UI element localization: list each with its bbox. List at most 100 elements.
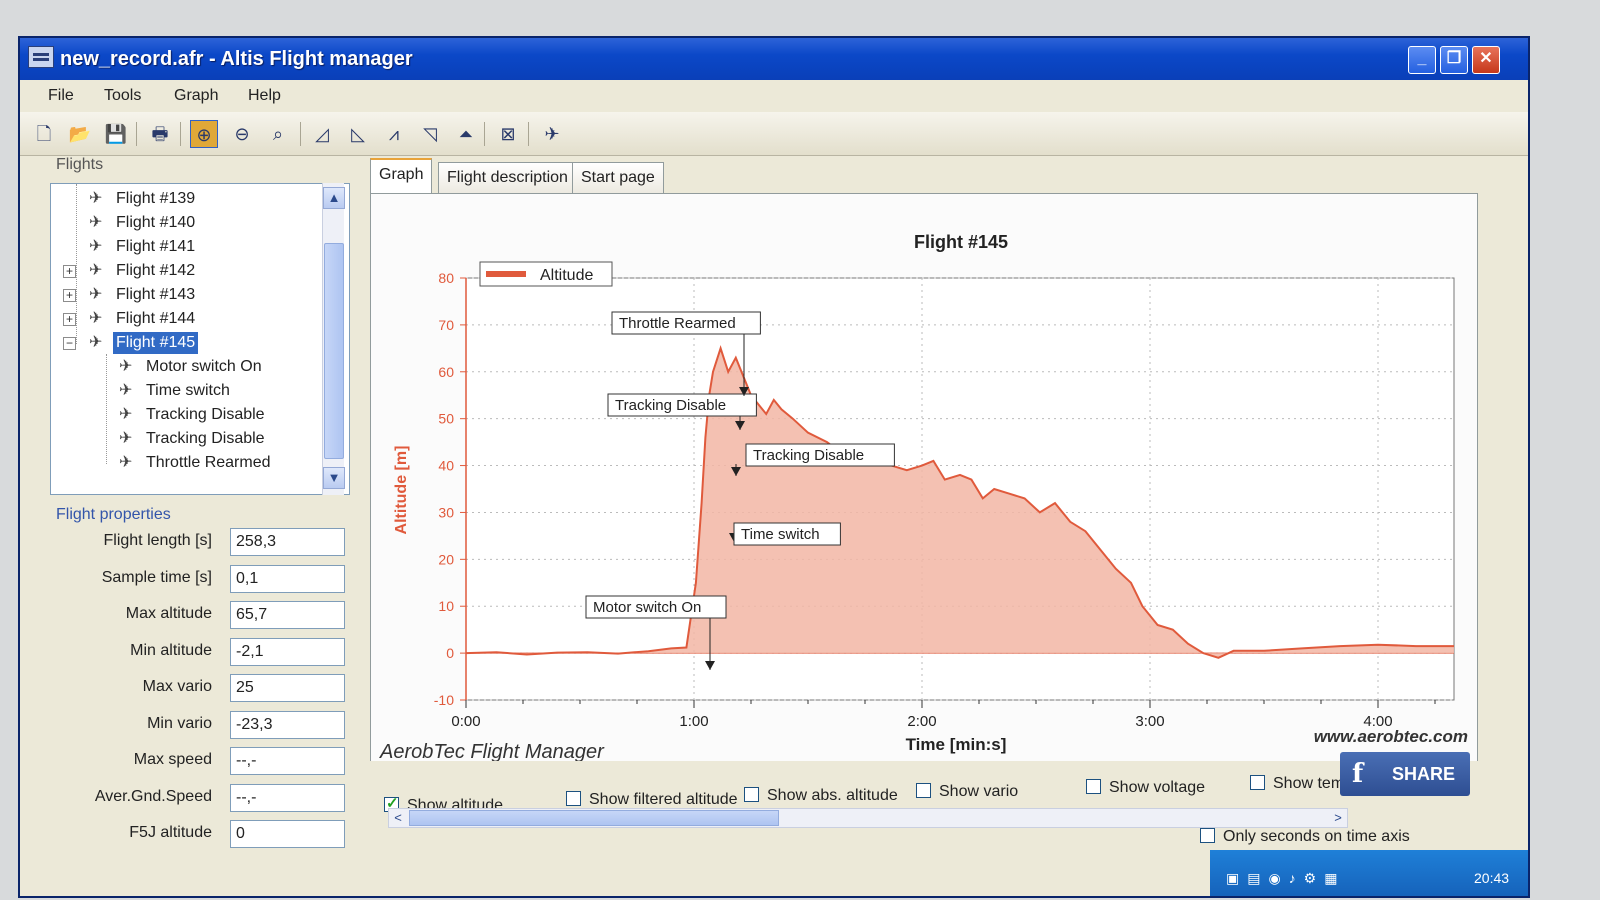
facebook-icon: f [1352, 759, 1364, 789]
menu-graph[interactable]: Graph [174, 87, 218, 105]
title-bar[interactable]: new_record.afr - Altis Flight manager _ … [20, 38, 1528, 80]
property-label: Sample time [s] [101, 568, 212, 586]
scroll-left-button[interactable]: < [389, 809, 407, 827]
only-seconds-label: Only seconds on time axis [1223, 828, 1410, 845]
tab-flight-description[interactable]: Flight description [438, 162, 577, 194]
tree-expander[interactable]: + [63, 313, 76, 326]
property-value-field[interactable]: -23,3 [230, 710, 345, 739]
zoom-out-icon[interactable]: ⊖ [228, 120, 256, 148]
device-icon[interactable]: ✈ [538, 120, 566, 148]
zoom-in-icon[interactable]: ⊕ [190, 120, 218, 148]
show-voltage-checkbox[interactable]: Show voltage [1086, 779, 1205, 797]
scroll-right-button[interactable]: > [1329, 809, 1347, 827]
close-button[interactable]: ✕ [1472, 46, 1500, 74]
toolbar: 🗋 📂 💾 🖶 ⊕ ⊖ ⌕ ◿ ◺ ⩘ ◹ ⏶ ⊠ ✈ [20, 112, 1528, 156]
tray-icons[interactable]: ▣▤◉♪⚙▦ [1226, 870, 1345, 887]
tree-item-label: Flight #139 [116, 190, 196, 207]
tree-guide-line [76, 184, 77, 344]
property-value-field[interactable]: 65,7 [230, 601, 345, 629]
print-icon[interactable]: 🖶 [146, 120, 174, 148]
flights-group-label: Flights [56, 156, 104, 173]
flight-icon: ✈ [89, 262, 103, 279]
property-label: Max vario [142, 678, 212, 695]
show-temperature-checkbox[interactable]: Show tem [1250, 775, 1344, 793]
tree-item-label: Flight #142 [116, 262, 196, 279]
options-scrollbar[interactable]: < > [388, 808, 1348, 828]
menu-file[interactable]: File [48, 87, 74, 105]
tree-item-flight[interactable]: ✈ Flight #145 [89, 332, 199, 356]
checkbox-box[interactable] [1086, 779, 1101, 794]
graph-view-1-icon[interactable]: ◿ [308, 120, 336, 148]
tree-scrollbar[interactable]: ▲ ▼ [322, 183, 345, 495]
tree-item-flight[interactable]: ✈ Flight #143 [89, 284, 198, 308]
scroll-down-button[interactable]: ▼ [323, 467, 345, 489]
tree-item-label: Flight #141 [116, 238, 196, 255]
tree-item-event[interactable]: ✈ Tracking Disable [119, 404, 268, 428]
property-value-field[interactable]: 0,1 [230, 564, 345, 593]
tree-item-label: Tracking Disable [146, 430, 265, 447]
y-tick-label: 50 [438, 411, 454, 427]
show-abs-altitude-checkbox[interactable]: Show abs. altitude [744, 787, 898, 805]
checkbox-box[interactable] [744, 787, 759, 802]
app-window: new_record.afr - Altis Flight manager _ … [18, 36, 1530, 898]
checkbox-box[interactable] [566, 791, 581, 806]
flight-properties-title: Flight properties [56, 506, 171, 523]
tree-expander[interactable]: + [63, 265, 76, 278]
y-axis-label: Altitude [m] [393, 446, 410, 535]
only-seconds-checkbox[interactable]: Only seconds on time axis [1200, 828, 1410, 846]
tree-item-event[interactable]: ✈ Motor switch On [119, 356, 265, 380]
tree-item-event[interactable]: ✈ Time switch [119, 380, 233, 404]
zoom-fit-icon[interactable]: ⌕ [264, 120, 292, 148]
open-folder-icon[interactable]: 📂 [66, 120, 94, 148]
y-tick-label: 30 [438, 504, 454, 520]
clear-icon[interactable]: ⊠ [494, 120, 522, 148]
watermark-left: AerobTec Flight Manager [379, 741, 605, 762]
tree-item-flight[interactable]: ✈ Flight #142 [89, 260, 198, 284]
show-filtered-altitude-checkbox[interactable]: Show filtered altitude [566, 791, 738, 809]
facebook-share-button[interactable]: f SHARE [1340, 752, 1470, 796]
tab-start-page[interactable]: Start page [572, 162, 664, 194]
property-value-field[interactable]: 25 [230, 674, 345, 702]
show-vario-checkbox[interactable]: Show vario [916, 783, 1018, 801]
checkbox-box[interactable] [1250, 775, 1265, 790]
tree-item-label: Flight #140 [116, 214, 196, 231]
menu-tools[interactable]: Tools [104, 87, 141, 105]
tree-item-flight[interactable]: ✈ Flight #144 [89, 308, 198, 332]
tree-item-flight[interactable]: ✈ Flight #140 [89, 212, 198, 236]
chart-title: Flight #145 [914, 232, 1008, 252]
graph-view-3-icon[interactable]: ⩘ [380, 120, 408, 148]
tab-graph[interactable]: Graph [370, 158, 433, 194]
x-tick-label: 2:00 [907, 713, 936, 730]
flights-tree[interactable]: ✈ Flight #139 ✈ Flight #140 ✈ Flight #141 + ✈ Fl… [50, 183, 350, 495]
restore-button[interactable]: ❐ [1440, 46, 1468, 74]
flight-icon: ✈ [89, 334, 103, 351]
flight-icon: ✈ [89, 190, 103, 207]
checkbox-box[interactable] [1200, 828, 1215, 843]
tree-expander[interactable]: + [63, 289, 76, 302]
scroll-up-button[interactable]: ▲ [323, 187, 345, 209]
property-value-field[interactable]: 0 [230, 820, 345, 848]
property-value-field[interactable]: --,- [230, 783, 345, 812]
property-value-field[interactable]: 258,3 [230, 528, 345, 556]
tree-item-flight[interactable]: ✈ Flight #141 [89, 236, 198, 260]
minimize-button[interactable]: _ [1408, 46, 1436, 74]
tree-item-event[interactable]: ✈ Throttle Rearmed [119, 452, 274, 476]
event-icon: ✈ [119, 406, 133, 423]
h-scroll-thumb[interactable] [409, 810, 779, 826]
watermark-right: www.aerobtec.com [1314, 727, 1468, 746]
tree-expander[interactable]: − [63, 337, 76, 350]
graph-view-5-icon[interactable]: ⏶ [452, 120, 480, 148]
tree-item-event[interactable]: ✈ Tracking Disable [119, 428, 268, 452]
checkbox-box[interactable] [916, 783, 931, 798]
graph-view-2-icon[interactable]: ◺ [344, 120, 372, 148]
altitude-chart[interactable]: -10010203040506070800:00 1:00 2:00 3:00 4:00… [376, 210, 1476, 762]
event-label: Tracking Disable [615, 397, 726, 414]
scroll-thumb[interactable] [324, 243, 344, 459]
save-icon[interactable]: 💾 [102, 120, 130, 148]
graph-view-4-icon[interactable]: ◹ [416, 120, 444, 148]
property-value-field[interactable]: --,- [230, 747, 345, 775]
new-file-icon[interactable]: 🗋 [30, 120, 58, 148]
menu-help[interactable]: Help [248, 87, 281, 105]
tree-item-flight[interactable]: ✈ Flight #139 [89, 188, 198, 212]
property-value-field[interactable]: -2,1 [230, 637, 345, 666]
